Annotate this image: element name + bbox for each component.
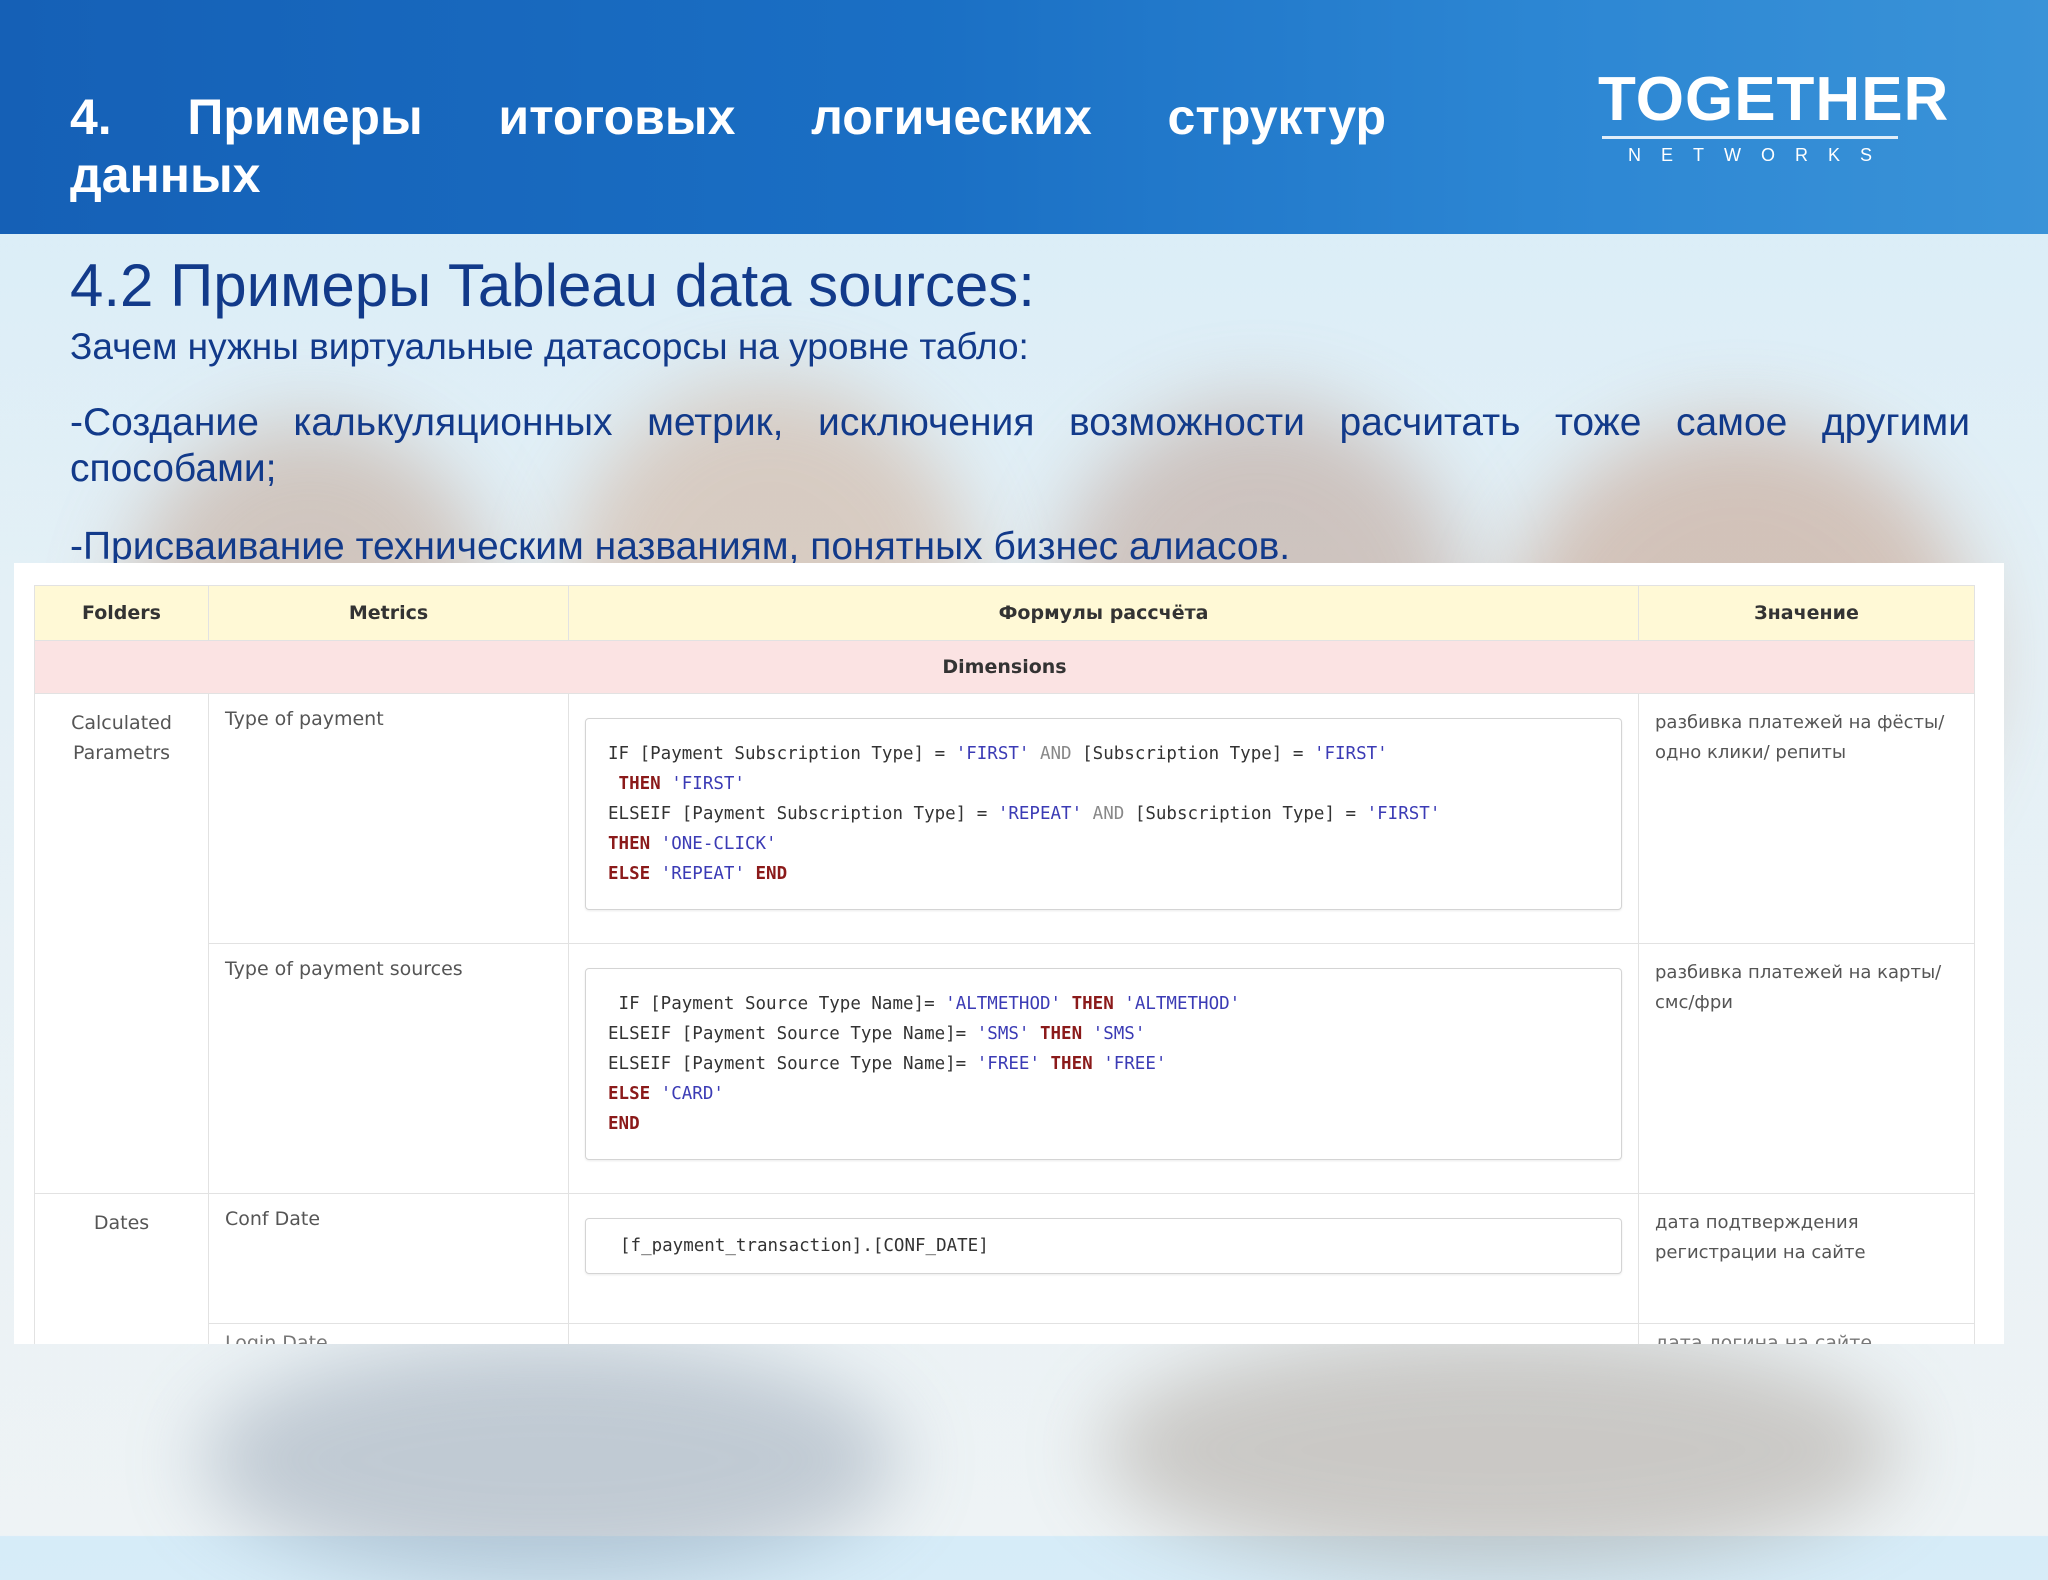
header-title-word: Примеры: [187, 89, 423, 145]
slide-subtitle: Зачем нужны виртуальные датасорсы на уро…: [70, 326, 1029, 367]
folder-cell: Dates: [34, 1193, 209, 1344]
section-row: Dimensions: [34, 640, 1975, 694]
together-networks-logo: TOGETHER NETWORKS: [1598, 65, 1950, 170]
formula-cell: IF [Payment Subscription Type] = 'FIRST'…: [568, 693, 1639, 944]
column-header-metrics: Metrics: [208, 585, 569, 641]
code-operator: AND: [1029, 744, 1083, 764]
table-header-row: Folders Metrics Формулы рассчёта Значени…: [34, 585, 1975, 641]
code-keyword: ELSE: [608, 864, 661, 884]
code-text: ELSEIF [Payment Source Type Name]=: [608, 1024, 977, 1044]
code-keyword: THEN: [1061, 994, 1125, 1014]
table-row: Dates Conf Date [f_payment_transaction].…: [34, 1193, 1975, 1344]
code-operator: AND: [1082, 804, 1135, 824]
value-cell: разбивка платежей на карты/ смс/фри: [1638, 943, 1975, 1194]
column-header-value: Значение: [1638, 585, 1975, 641]
metrics-table-screenshot: Folders Metrics Формулы рассчёта Значени…: [14, 563, 2004, 1344]
code-string: 'SMS': [1092, 1024, 1146, 1044]
value-cell: дата подтверждения регистрации на сайте: [1638, 1193, 1975, 1324]
code-string: 'ONE-CLICK': [660, 834, 777, 854]
column-header-formulas: Формулы рассчёта: [568, 585, 1639, 641]
code-string: 'SMS': [976, 1024, 1030, 1044]
formula-code-box: IF [Payment Subscription Type] = 'FIRST'…: [585, 718, 1622, 910]
code-text: [Subscription Type] =: [1134, 804, 1367, 824]
header-title-word: итоговых: [498, 89, 736, 145]
code-string: 'FREE': [976, 1054, 1040, 1074]
formula-code-box: IF [Payment Source Type Name]= 'ALTMETHO…: [585, 968, 1622, 1160]
code-keyword: THEN: [608, 834, 661, 854]
code-text: ELSEIF [Payment Source Type Name]=: [608, 1054, 977, 1074]
code-string: 'CARD': [660, 1084, 724, 1104]
section-label: Dimensions: [34, 640, 1975, 694]
table-row: Calculated Parametrs Type of payment IF …: [34, 693, 1975, 1194]
background-photo-blob: [200, 1340, 900, 1580]
value-cell: разбивка платежей на фёсты/ одно клики/ …: [1638, 693, 1975, 944]
code-string: 'REPEAT': [660, 864, 745, 884]
bullet-item: -Создание калькуляционных метрик, исключ…: [70, 401, 1970, 490]
table-row-partial: Login Date дата логина на сайте: [35, 1323, 1975, 1344]
header-title: 4. Примеры итоговых логических структур: [70, 88, 1386, 146]
header-title-word: структур: [1167, 89, 1386, 145]
code-string: 'FIRST': [1366, 804, 1441, 824]
header-title-word: логических: [811, 89, 1092, 145]
table-row: Type of payment sources IF [Payment Sour…: [35, 943, 1975, 1194]
formula-cell: IF [Payment Source Type Name]= 'ALTMETHO…: [568, 943, 1639, 1194]
metric-cell: Conf Date: [208, 1193, 569, 1324]
code-keyword: END: [608, 1114, 640, 1134]
folder-cell: Calculated Parametrs: [34, 693, 209, 1194]
code-text: [Subscription Type] =: [1082, 744, 1314, 764]
formula-cell: [568, 1323, 1639, 1344]
code-keyword: END: [744, 864, 788, 884]
code-keyword: THEN: [1029, 1024, 1093, 1044]
code-string: 'REPEAT': [997, 804, 1083, 824]
code-string: 'ALTMETHOD': [1124, 994, 1241, 1014]
code-keyword: ELSE: [608, 1084, 661, 1104]
code-text: ELSEIF [Payment Subscription Type] =: [608, 804, 998, 824]
logo-subtitle: NETWORKS: [1627, 145, 1892, 165]
metric-cell: Type of payment: [208, 693, 569, 944]
logo-wordmark: TOGETHER: [1598, 65, 1950, 134]
slide-title: 4.2 Примеры Tableau data sources:: [70, 252, 1035, 319]
logo-divider: [1602, 136, 1898, 139]
code-string: 'FIRST': [955, 744, 1030, 764]
column-header-folders: Folders: [34, 585, 209, 641]
header-title-word: 4.: [70, 89, 112, 145]
code-string: 'FIRST': [671, 774, 745, 794]
value-cell: дата логина на сайте: [1638, 1323, 1975, 1344]
formula-cell: [f_payment_transaction].[CONF_DATE]: [568, 1193, 1639, 1324]
metric-cell: Type of payment sources: [208, 943, 569, 1194]
metric-cell: Login Date: [208, 1323, 569, 1344]
code-string: 'ALTMETHOD': [945, 994, 1062, 1014]
code-text: IF [Payment Subscription Type] =: [608, 744, 956, 764]
code-keyword: THEN: [1039, 1054, 1104, 1074]
code-string: 'FREE': [1103, 1054, 1167, 1074]
metrics-table: Folders Metrics Формулы рассчёта Значени…: [34, 585, 1975, 1344]
formula-code-box: [f_payment_transaction].[CONF_DATE]: [585, 1218, 1622, 1274]
code-text: IF [Payment Source Type Name]=: [608, 994, 946, 1014]
header-bar: 4. Примеры итоговых логических структур …: [0, 0, 2048, 234]
code-string: 'FIRST': [1313, 744, 1388, 764]
header-title-line2: данных: [70, 147, 261, 203]
code-keyword: THEN: [608, 774, 672, 794]
background-photo-blob: [1100, 1330, 1900, 1570]
